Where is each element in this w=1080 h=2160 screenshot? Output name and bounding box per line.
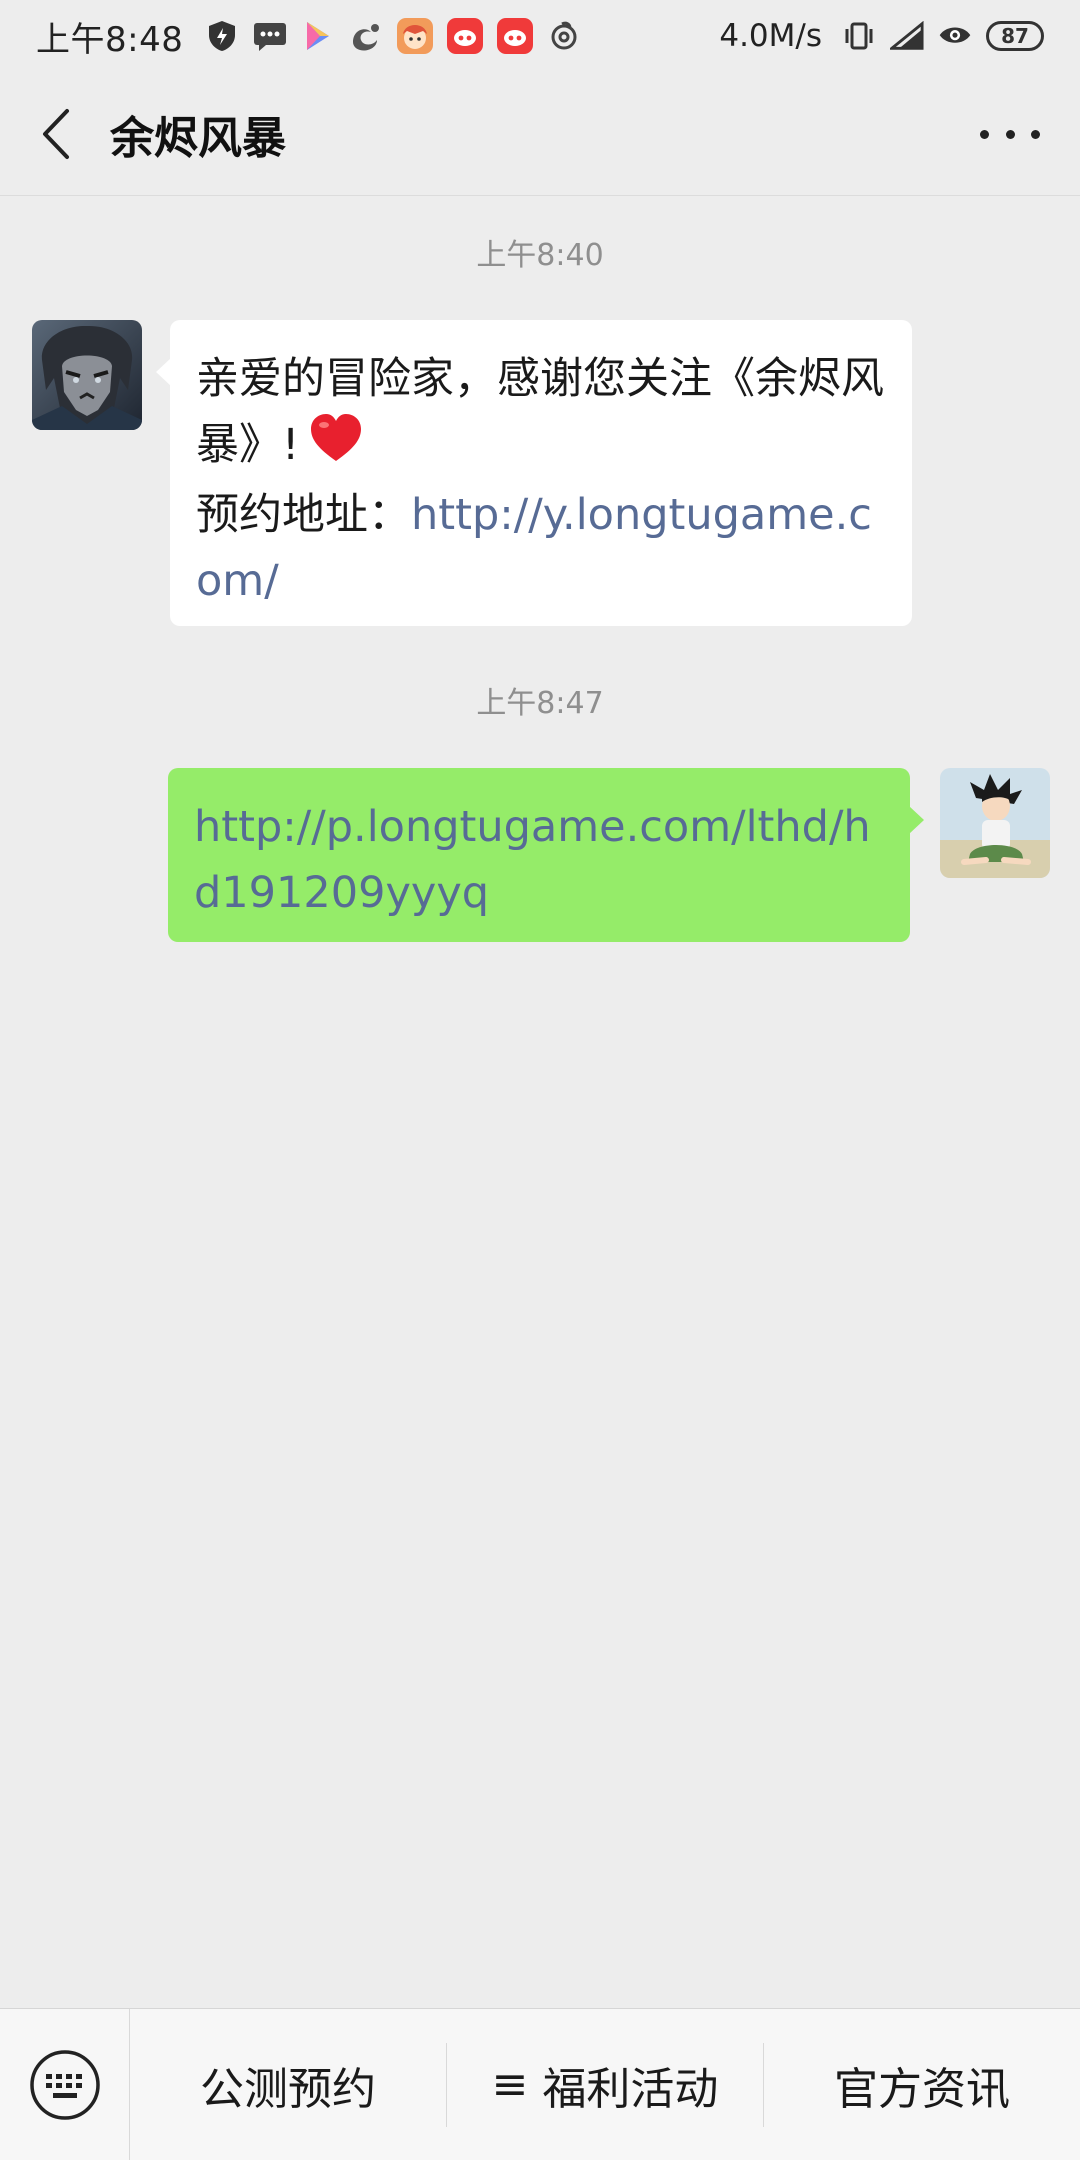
back-arrow-icon [43,108,69,159]
play-store-icon [301,19,335,53]
shield-icon [205,19,239,53]
weibo-icon [447,18,484,54]
status-bar-right: 4.0M/s 87 [719,18,1044,54]
status-bar-left: 上午8:48 [36,12,581,61]
submenu-indicator-icon: ≡ [491,2059,529,2110]
status-time: 上午8:48 [36,19,184,60]
message-timestamp: 上午8:47 [476,686,604,721]
uc-browser-icon [349,19,383,53]
message-timestamp: 上午8:40 [476,238,604,273]
more-button[interactable] [980,114,1040,154]
keyboard-toggle-button[interactable] [0,2008,130,2160]
message-text: 亲爱的冒险家，感谢您关注《余烬风暴》! [196,354,884,470]
back-button[interactable] [6,72,106,196]
outgoing-link[interactable]: http://p.longtugame.com/lthd/hd191209yyy… [194,802,871,918]
menu-label: 公测预约 [200,2063,376,2115]
eye-icon [938,19,972,53]
user-avatar[interactable] [940,768,1050,878]
chat-header: 余烬风暴 [0,72,1080,196]
bottom-menu-bar: 公测预约 ≡ 福利活动 官方资讯 [0,2008,1080,2160]
menu-welfare-events[interactable]: ≡ 福利活动 [447,2009,763,2160]
netease-music-icon [547,19,581,53]
menu-official-news[interactable]: 官方资讯 [764,2009,1080,2160]
address-label: 预约地址： [196,490,411,540]
more-icon [980,129,989,139]
menu-label: 官方资讯 [834,2063,1010,2115]
sms-icon [253,19,287,53]
menu-label: 福利活动 [542,2063,719,2115]
anime-app-icon [397,18,434,54]
incoming-message-bubble[interactable]: 亲爱的冒险家，感谢您关注《余烬风暴》! 预约地址：http://y.longtu… [156,320,912,626]
menu-public-test-reservation[interactable]: 公测预约 [130,2009,446,2160]
network-speed: 4.0M/s [719,18,822,54]
vibrate-icon [842,19,876,53]
keyboard-icon [29,2049,100,2120]
official-account-avatar[interactable] [32,320,142,430]
battery-icon: 87 [986,21,1044,51]
heart-emoji [309,413,363,482]
outgoing-message-bubble[interactable]: http://p.longtugame.com/lthd/hd191209yyy… [168,768,924,942]
signal-icon [890,19,924,53]
weibo-icon [497,18,534,54]
status-bar: 上午8:48 4.0M/s 87 [0,0,1080,72]
chat-title: 余烬风暴 [110,112,286,164]
